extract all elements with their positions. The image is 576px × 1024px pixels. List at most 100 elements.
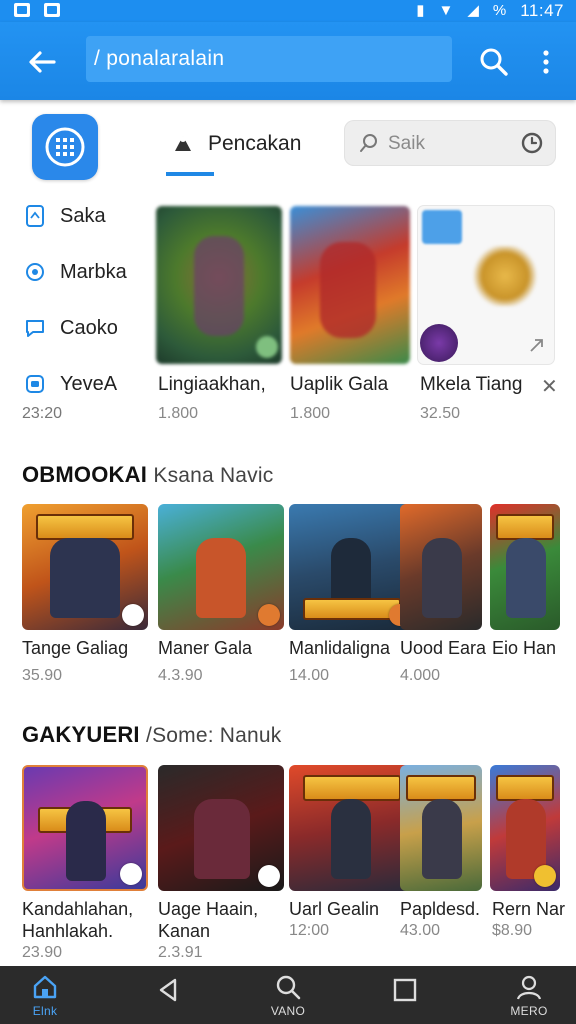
nav-label: MERO [510, 1004, 548, 1018]
box-icon [26, 375, 44, 393]
card-title: Eio Han [492, 638, 557, 658]
section-title: OBMOOKAI Ksana Navic [22, 462, 273, 488]
search-icon [480, 48, 508, 76]
section-heading: GAKYUERI [22, 722, 140, 747]
search-icon [276, 975, 301, 1000]
search-icon [360, 134, 377, 152]
thumbnail-meta: 1.800 [290, 405, 331, 422]
card-title: Manlidaligna [289, 638, 391, 658]
thumbnail-art [422, 210, 462, 244]
game-character [506, 538, 546, 618]
user-icon [516, 975, 542, 1000]
card-title: Kandahlahan, Hanhlakah. [22, 899, 134, 941]
circle-icon [26, 263, 44, 281]
url-field[interactable]: / ponalaralain [86, 36, 452, 82]
wifi-icon: ▼ [438, 2, 454, 19]
nav-home[interactable]: Elnk [10, 972, 80, 1024]
side-item-marbka[interactable]: Marbka [24, 260, 127, 284]
close-icon[interactable]: ✕ [541, 374, 558, 399]
game-card[interactable] [158, 765, 284, 891]
side-item-caoko[interactable]: Caoko [24, 316, 118, 340]
card-meta: 35.90 [22, 667, 63, 684]
game-card[interactable] [400, 504, 482, 630]
game-card[interactable] [400, 765, 482, 891]
game-character [50, 538, 120, 618]
thumbnail-art [470, 246, 540, 306]
game-character [66, 801, 106, 881]
thumbnail-meta: 32.50 [420, 405, 461, 422]
clock-icon[interactable] [520, 131, 544, 155]
card-meta: $8.90 [492, 922, 533, 939]
back-triangle-icon [159, 978, 177, 1002]
section-subtitle: /Some: Nanuk [146, 724, 282, 747]
thumbnail-title: Lingiaakhan, [158, 374, 266, 395]
app-logo[interactable] [32, 114, 98, 180]
tab-indicator [166, 172, 214, 176]
game-logo [303, 775, 401, 801]
game-card[interactable] [289, 765, 415, 891]
check-badge-icon [256, 336, 278, 358]
nav-back[interactable] [134, 972, 204, 1024]
arrow-left-icon [29, 51, 56, 73]
nav-label: Elnk [32, 1004, 58, 1018]
side-item-label: Marbka [60, 260, 127, 283]
card-meta: 4.000 [400, 667, 441, 684]
thumbnail-title: Mkela Tiang [420, 374, 523, 395]
chat-icon [26, 320, 44, 337]
thumbnail-figure [194, 236, 244, 336]
person-icon [175, 136, 191, 151]
thumbnail-meta: 1.800 [158, 405, 199, 422]
game-character [194, 799, 250, 879]
bottom-navigation: Elnk VANO MERO [0, 966, 576, 1024]
link-icon[interactable] [526, 336, 546, 356]
section-subtitle: Ksana Navic [153, 464, 274, 487]
game-character [422, 538, 462, 618]
home-icon [33, 975, 57, 999]
thumbnail-3[interactable] [418, 206, 554, 364]
avatar [420, 324, 458, 362]
more-options-button[interactable] [536, 44, 556, 80]
search-input[interactable] [386, 128, 510, 160]
signal-icon: ◢ [467, 2, 479, 19]
card-title: Papldesd. [400, 899, 481, 919]
nav-profile[interactable]: MERO [494, 972, 564, 1024]
vibrate-icon: ▮ [416, 2, 425, 19]
tab-pencakan[interactable]: Pencakan [170, 124, 301, 164]
app-bar: / ponalaralain [0, 22, 576, 100]
square-icon [393, 978, 417, 1002]
card-meta: 4.3.90 [158, 667, 203, 684]
game-card[interactable] [490, 504, 560, 630]
game-card[interactable] [22, 504, 148, 630]
edit-badge-icon [122, 604, 144, 626]
thumbnail-figure [320, 242, 376, 338]
game-card[interactable] [490, 765, 560, 891]
side-item-saka[interactable]: Saka [24, 204, 106, 228]
card-meta: 2.3.91 [158, 944, 203, 961]
card-meta: 12:00 [289, 922, 330, 939]
back-button[interactable] [22, 42, 62, 82]
side-date: 23:20 [22, 405, 63, 422]
search-button[interactable] [474, 42, 514, 82]
game-logo [496, 775, 554, 801]
game-card[interactable] [289, 504, 415, 630]
game-logo [303, 598, 401, 620]
status-time: 11:47 [520, 1, 564, 20]
tab-label: Pencakan [208, 132, 302, 155]
card-meta: 23.90 [22, 944, 63, 961]
card-title: Tange Galiag [22, 638, 129, 658]
search-box[interactable] [344, 120, 556, 166]
section-title: GAKYUERI /Some: Nanuk [22, 722, 282, 748]
game-card[interactable] [158, 504, 284, 630]
side-item-label: YeveA [60, 372, 118, 395]
side-item-yevea[interactable]: YeveA [24, 372, 117, 396]
game-card[interactable] [22, 765, 148, 891]
game-logo [406, 775, 476, 801]
document-icon [26, 205, 44, 227]
nav-search[interactable]: VANO [253, 972, 323, 1024]
thumbnail-1[interactable] [156, 206, 282, 364]
grid-logo-icon [45, 127, 85, 167]
nav-recents[interactable] [370, 972, 440, 1024]
edit-badge-icon [258, 865, 280, 887]
thumbnail-2[interactable] [290, 206, 410, 364]
card-title: Maner Gala [158, 638, 253, 658]
